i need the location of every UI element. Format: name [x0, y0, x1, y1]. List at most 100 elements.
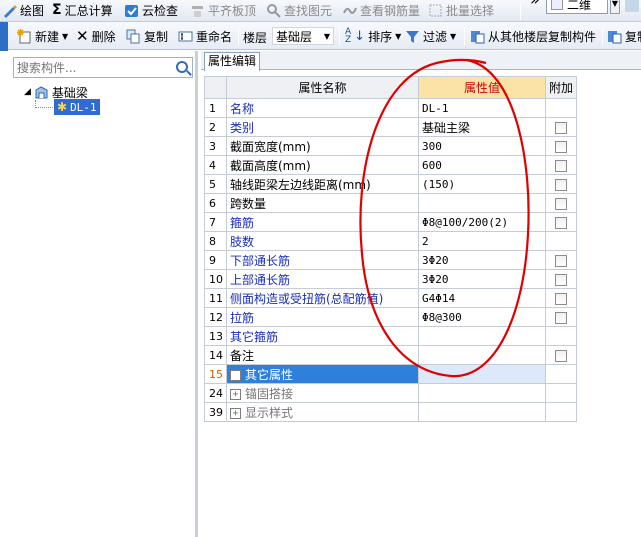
property-value[interactable]: 基础主梁 — [418, 117, 546, 137]
property-value[interactable] — [418, 383, 546, 403]
table-row-group-anchor[interactable]: 24 + 锚固搭接 — [204, 383, 578, 403]
table-row[interactable]: 3 截面宽度(mm) 300 — [204, 136, 578, 156]
copy-settings-button[interactable]: 复制 — [607, 26, 641, 46]
property-value[interactable]: 300 — [418, 136, 546, 156]
extra-tool-icon[interactable] — [625, 0, 639, 12]
table-row[interactable]: 13 其它箍筋 — [204, 326, 578, 346]
copy-icon — [126, 29, 141, 44]
table-row[interactable]: 5 轴线距梁左边线距离(mm) (150) — [204, 174, 578, 194]
row-number: 39 — [204, 402, 227, 422]
filter-icon — [405, 29, 420, 44]
table-row[interactable]: 1 名称 DL-1 — [204, 98, 578, 118]
draw-button[interactable]: 绘图 — [2, 0, 44, 20]
summary-calc-button[interactable]: Σ 汇总计算 — [52, 0, 113, 20]
row-number: 24 — [204, 383, 227, 403]
extra-checkbox[interactable] — [555, 121, 567, 134]
property-name: 侧面构造或受扭筋(总配筋值) — [226, 288, 419, 308]
property-value[interactable]: 2 — [418, 231, 546, 251]
table-row[interactable]: 10 上部通长筋 3Φ20 — [204, 269, 578, 289]
property-value[interactable]: 3Φ20 — [418, 269, 546, 289]
tree-node-root[interactable]: ◢ 基础梁 — [24, 84, 88, 100]
view-rebar-button[interactable]: 查看钢筋量 — [342, 0, 420, 20]
table-row[interactable]: 7 箍筋 Φ8@100/200(2) — [204, 212, 578, 232]
header-name[interactable]: 属性名称 — [226, 76, 419, 99]
table-row[interactable]: 4 截面高度(mm) 600 — [204, 155, 578, 175]
new-button[interactable]: 新建 ▼ — [17, 26, 68, 46]
search-icon[interactable] — [176, 61, 188, 73]
sort-dropdown-icon: ▼ — [395, 31, 402, 41]
table-row[interactable]: 8 肢数 2 — [204, 231, 578, 251]
row-number: 3 — [204, 136, 227, 156]
batch-select-icon — [428, 3, 443, 18]
copy-from-floor-button[interactable]: 从其他楼层复制构件 — [470, 26, 596, 46]
extra-checkbox[interactable] — [555, 140, 567, 153]
tree-collapse-icon[interactable]: ◢ — [24, 87, 31, 97]
extra-checkbox[interactable] — [555, 178, 567, 191]
property-value[interactable] — [418, 345, 546, 365]
copy-button[interactable]: 复制 — [126, 26, 168, 46]
header-extra[interactable]: 附加 — [544, 76, 578, 99]
extra-checkbox[interactable] — [555, 159, 567, 172]
property-value[interactable]: (150) — [418, 174, 546, 194]
align-slab-top-button[interactable]: 平齐板顶 — [190, 0, 256, 20]
view-rebar-label: 查看钢筋量 — [360, 3, 421, 18]
property-value[interactable]: 600 — [418, 155, 546, 175]
table-row[interactable]: 9 下部通长筋 3Φ20 — [204, 250, 578, 270]
cloud-check-button[interactable]: 云检查 — [124, 0, 178, 20]
row-number: 6 — [204, 193, 227, 213]
view-rebar-icon — [342, 3, 357, 18]
search-input[interactable] — [14, 58, 164, 77]
table-row[interactable]: 11 侧面构造或受扭筋(总配筋值) G4Φ14 — [204, 288, 578, 308]
batch-select-button[interactable]: 批量选择 — [428, 0, 494, 20]
expand-icon[interactable]: + — [230, 407, 241, 419]
property-value[interactable]: 3Φ20 — [418, 250, 546, 270]
property-value[interactable]: Φ8@100/200(2) — [418, 212, 546, 232]
view-mode-dropdown-icon[interactable]: ▼ — [610, 0, 620, 14]
property-value[interactable] — [418, 402, 546, 422]
sort-button[interactable]: AZ ↓ 排序 ▼ — [345, 26, 401, 46]
extra-checkbox[interactable] — [555, 216, 567, 229]
find-element-label: 查找图元 — [284, 3, 333, 18]
toolbar-separator — [520, 2, 521, 20]
property-name: 轴线距梁左边线距离(mm) — [226, 174, 419, 194]
toolbar-separator — [238, 27, 239, 45]
property-value[interactable]: G4Φ14 — [418, 288, 546, 308]
grid-header-row: 属性名称 属性值 附加 — [204, 76, 578, 99]
property-value[interactable] — [418, 364, 546, 384]
extra-checkbox[interactable] — [555, 254, 567, 267]
row-number: 13 — [204, 326, 227, 346]
expand-icon[interactable]: + — [230, 388, 241, 400]
filter-button[interactable]: 过滤 ▼ — [405, 26, 456, 46]
extra-checkbox[interactable] — [555, 311, 567, 324]
floor-select[interactable]: 基础层 ▼ — [272, 27, 334, 45]
beam-category-icon — [34, 85, 49, 100]
header-value[interactable]: 属性值 — [418, 76, 546, 99]
extra-cell — [544, 402, 578, 422]
component-star-icon: ✱ — [57, 100, 68, 114]
table-row[interactable]: 14 备注 — [204, 345, 578, 365]
table-row[interactable]: 12 拉筋 Φ8@300 — [204, 307, 578, 327]
table-row[interactable]: 2 类别 基础主梁 — [204, 117, 578, 137]
extra-checkbox[interactable] — [555, 349, 567, 362]
property-name: 上部通长筋 — [226, 269, 419, 289]
delete-button[interactable]: ✕ 删除 — [76, 26, 116, 46]
property-value[interactable]: DL-1 — [418, 98, 546, 118]
table-row-group-display[interactable]: 39 + 显示样式 — [204, 402, 578, 422]
table-row-group-other[interactable]: 15 + 其它属性 — [204, 364, 578, 384]
overflow-chevron-icon[interactable]: » — [530, 0, 540, 9]
property-value[interactable] — [418, 326, 546, 346]
rename-button[interactable]: 重命名 — [178, 26, 232, 46]
draw-label: 绘图 — [20, 3, 45, 18]
extra-checkbox[interactable] — [555, 292, 567, 305]
find-element-button[interactable]: 查找图元 — [266, 0, 332, 20]
extra-checkbox[interactable] — [555, 273, 567, 286]
tab-property-edit[interactable]: 属性编辑 — [204, 52, 260, 71]
extra-checkbox[interactable] — [555, 197, 567, 210]
view-mode-select[interactable]: 二维 — [546, 0, 608, 14]
table-row[interactable]: 6 跨数量 — [204, 193, 578, 213]
row-number: 12 — [204, 307, 227, 327]
property-value[interactable] — [418, 193, 546, 213]
tree-node-dl1[interactable]: ✱ DL-1 — [54, 99, 100, 115]
expand-icon[interactable]: + — [230, 369, 241, 381]
property-value[interactable]: Φ8@300 — [418, 307, 546, 327]
